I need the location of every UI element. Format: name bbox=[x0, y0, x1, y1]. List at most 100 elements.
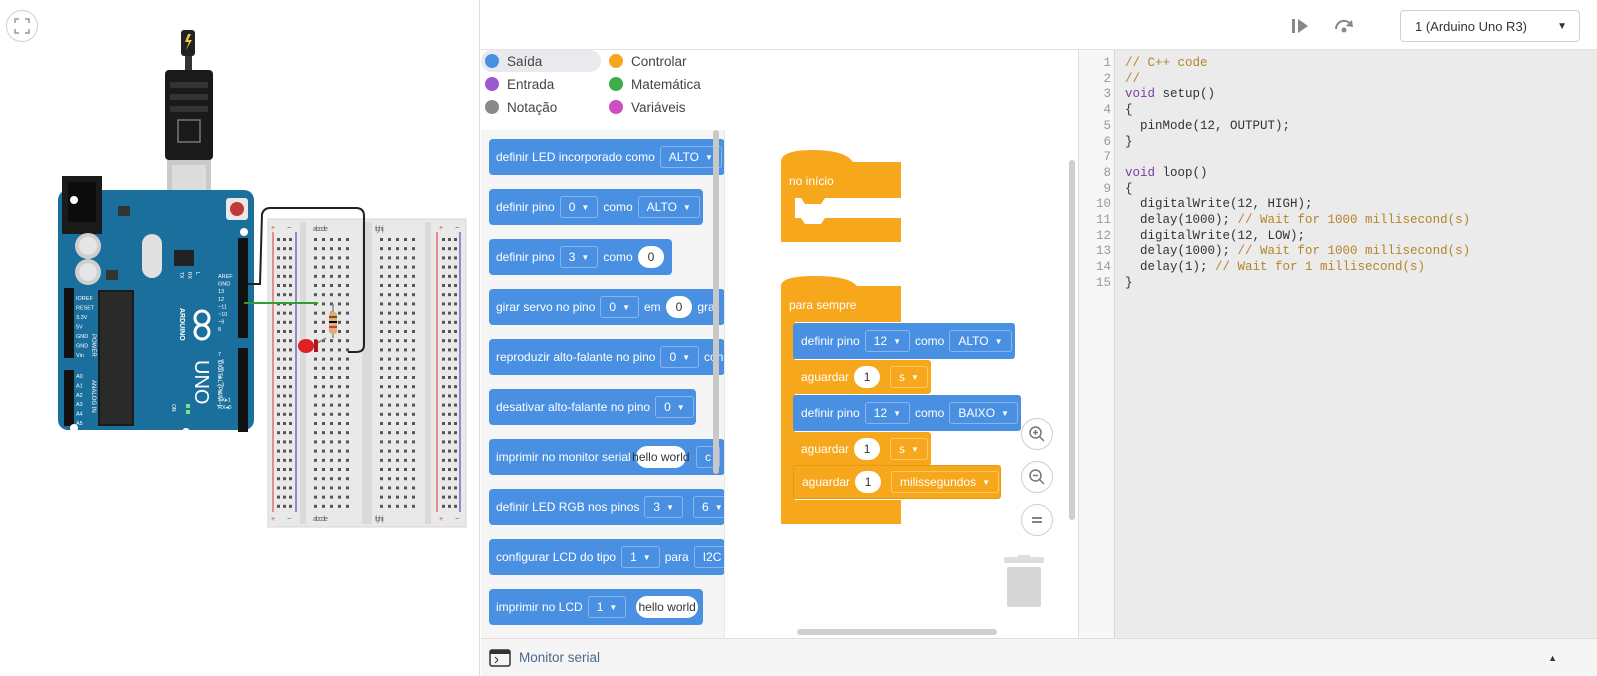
palette-block-lcd-config[interactable]: configurar LCD do tipo 1▼ para I2C ( bbox=[489, 539, 724, 575]
block-number-input[interactable]: 0 bbox=[665, 296, 693, 318]
stmt-wait-1s-2[interactable]: aguardar 1 s ▼ bbox=[793, 432, 931, 466]
code-line[interactable]: digitalWrite(12, HIGH); bbox=[1125, 197, 1313, 213]
caret-down-icon: ▼ bbox=[1001, 408, 1009, 418]
stmt-wait-1ms[interactable]: aguardar 1 milissegundos ▼ bbox=[793, 465, 1001, 499]
caret-down-icon: ▼ bbox=[994, 336, 1003, 346]
stmt-wait-1s[interactable]: aguardar 1 s ▼ bbox=[793, 360, 931, 394]
code-editor[interactable]: 1 2 3 4 5 6 7 8 9 10 11 12 13 14 15 // C++ code//void … bbox=[1078, 50, 1597, 638]
code-line[interactable]: digitalWrite(12, LOW); bbox=[1125, 229, 1305, 245]
code-line[interactable]: delay(1); // Wait for 1 millisecond(s) bbox=[1125, 260, 1425, 276]
device-select[interactable]: 1 (Arduino Uno R3) ▼ bbox=[1400, 10, 1580, 42]
trash-can-button[interactable] bbox=[1004, 555, 1044, 612]
code-line[interactable]: { bbox=[1125, 103, 1133, 119]
code-line[interactable]: delay(1000); // Wait for 1000 millisecon… bbox=[1125, 244, 1470, 260]
category-notacao[interactable]: Notação bbox=[481, 96, 557, 118]
workspace-vertical-scrollbar[interactable] bbox=[1069, 160, 1075, 520]
palette-block-set-pin[interactable]: definir pino 0 ▼ como ALTO ▼ bbox=[489, 189, 703, 225]
palette-block-lcd-print[interactable]: imprimir no LCD 1 ▼ hello world bbox=[489, 589, 703, 625]
palette-block-speaker-play[interactable]: reproduzir alto-falante no pino 0▼ con bbox=[489, 339, 724, 375]
code-line[interactable]: delay(1000); // Wait for 1000 millisecon… bbox=[1125, 213, 1470, 229]
block-dropdown[interactable]: 12 ▼ bbox=[864, 330, 910, 352]
block-dropdown[interactable]: 1 ▼ bbox=[621, 546, 660, 568]
category-matematica[interactable]: Matemática bbox=[605, 73, 701, 95]
breadboard[interactable] bbox=[267, 218, 467, 528]
block-dropdown[interactable]: 1 ▼ bbox=[587, 596, 627, 618]
block-dropdown[interactable]: ALTO ▼ bbox=[637, 196, 700, 218]
category-variaveis[interactable]: Variáveis bbox=[605, 96, 686, 118]
workspace-horizontal-scrollbar[interactable] bbox=[797, 629, 997, 635]
block-dropdown[interactable]: 0 ▼ bbox=[655, 396, 694, 418]
code-line[interactable]: // C++ code bbox=[1125, 56, 1208, 72]
palette-block-serial-print[interactable]: imprimir no monitor serial hello world c bbox=[489, 439, 724, 475]
circuit-wires[interactable] bbox=[244, 207, 365, 353]
block-dropdown[interactable]: 3 ▼ bbox=[644, 496, 684, 518]
caret-down-icon: ▼ bbox=[609, 602, 618, 612]
palette-block-builtin-led[interactable]: definir LED incorporado como ALTO ▼ bbox=[489, 139, 724, 175]
code-line[interactable]: } bbox=[1125, 276, 1133, 292]
resistor[interactable] bbox=[329, 304, 337, 338]
caret-up-icon[interactable]: ▲ bbox=[1548, 653, 1557, 663]
digital-pin-label: 12 bbox=[218, 297, 224, 303]
block-dropdown[interactable]: s ▼ bbox=[890, 366, 928, 388]
stmt-set-pin-low[interactable]: definir pino 12 ▼ como BAIXO ▼ bbox=[793, 395, 1021, 431]
block-dropdown[interactable]: I2C ( bbox=[693, 546, 724, 568]
block-number-input[interactable]: 1 bbox=[855, 471, 882, 493]
block-palette[interactable]: definir LED incorporado como ALTO ▼ defin… bbox=[481, 130, 725, 638]
step-play-button[interactable] bbox=[1288, 14, 1312, 38]
block-dropdown[interactable]: milissegundos ▼ bbox=[891, 471, 1000, 493]
category-label: Controlar bbox=[631, 53, 687, 69]
restart-button[interactable] bbox=[1332, 14, 1356, 38]
arduino-uno-board[interactable] bbox=[58, 176, 254, 436]
breadboard-label: + bbox=[271, 516, 275, 523]
code-line[interactable]: void setup() bbox=[1125, 87, 1215, 103]
block-dropdown[interactable]: 0 ▼ bbox=[660, 346, 700, 368]
stmt-set-pin-high[interactable]: definir pino 12 ▼ como ALTO ▼ bbox=[793, 323, 1015, 359]
blocks-workspace[interactable]: no início para sempre definir pino 12 ▼ c… bbox=[725, 50, 1077, 638]
category-saida[interactable]: Saída bbox=[481, 50, 601, 72]
analog-pin-label: A0 bbox=[76, 374, 83, 380]
block-text: como bbox=[603, 200, 633, 214]
on-led-label: ON bbox=[170, 404, 176, 412]
palette-block-rgb-led[interactable]: definir LED RGB nos pinos 3 ▼ 6 ▼ bbox=[489, 489, 724, 525]
device-select-label: 1 (Arduino Uno R3) bbox=[1415, 18, 1527, 34]
code-line[interactable]: pinMode(12, OUTPUT); bbox=[1125, 119, 1290, 135]
loop-block-forever[interactable]: para sempre bbox=[781, 290, 856, 320]
zoom-out-button[interactable] bbox=[1021, 461, 1053, 493]
block-text: definir pino bbox=[801, 406, 860, 420]
block-dropdown[interactable]: ALTO ▼ bbox=[949, 330, 1012, 352]
block-dropdown[interactable]: 12 ▼ bbox=[864, 402, 910, 424]
code-line[interactable]: // bbox=[1125, 72, 1140, 88]
block-text-input[interactable]: hello world bbox=[632, 446, 690, 468]
serial-monitor-bar[interactable]: Monitor serial ▲ bbox=[481, 638, 1597, 676]
digital-pin-label: RX◂0 bbox=[218, 405, 231, 411]
fullscreen-button[interactable] bbox=[6, 10, 38, 42]
block-dropdown[interactable]: s ▼ bbox=[890, 438, 928, 460]
red-led[interactable] bbox=[298, 337, 327, 353]
zoom-reset-button[interactable] bbox=[1021, 504, 1053, 536]
palette-block-set-pin-value[interactable]: definir pino 3 ▼ como 0 bbox=[489, 239, 672, 275]
code-line[interactable]: void loop() bbox=[1125, 166, 1208, 182]
digital-pins-label: DIGITAL (PWM~) bbox=[216, 360, 222, 407]
palette-scrollbar[interactable] bbox=[713, 130, 719, 474]
palette-block-servo[interactable]: girar servo no pino 0 ▼ em 0 gra bbox=[489, 289, 724, 325]
block-dropdown[interactable]: 0 ▼ bbox=[600, 296, 639, 318]
code-line[interactable]: } bbox=[1125, 135, 1133, 151]
circuit-view[interactable]: UNO ARDUINO DIGITAL (PWM~) POWER ANALOG … bbox=[0, 0, 480, 676]
block-number-input[interactable]: 0 bbox=[637, 246, 665, 268]
block-dropdown[interactable]: 3 ▼ bbox=[559, 246, 599, 268]
category-entrada[interactable]: Entrada bbox=[481, 73, 554, 95]
block-text-input[interactable]: hello world bbox=[636, 596, 698, 618]
block-dropdown[interactable]: BAIXO ▼ bbox=[949, 402, 1018, 424]
code-line[interactable]: { bbox=[1125, 182, 1133, 198]
zoom-in-button[interactable] bbox=[1021, 418, 1053, 450]
palette-block-speaker-off[interactable]: desativar alto-falante no pino 0 ▼ bbox=[489, 389, 696, 425]
block-dropdown[interactable]: 6 ▼ bbox=[693, 496, 724, 518]
block-dropdown[interactable]: 0 ▼ bbox=[559, 196, 599, 218]
category-controlar[interactable]: Controlar bbox=[605, 50, 687, 72]
event-block-start[interactable]: no início bbox=[781, 166, 834, 196]
block-text: para sempre bbox=[789, 298, 857, 312]
usb-cable[interactable] bbox=[165, 30, 213, 220]
block-number-input[interactable]: 1 bbox=[854, 366, 881, 388]
block-number-input[interactable]: 1 bbox=[854, 438, 881, 460]
dropdown-value: s bbox=[899, 370, 906, 384]
